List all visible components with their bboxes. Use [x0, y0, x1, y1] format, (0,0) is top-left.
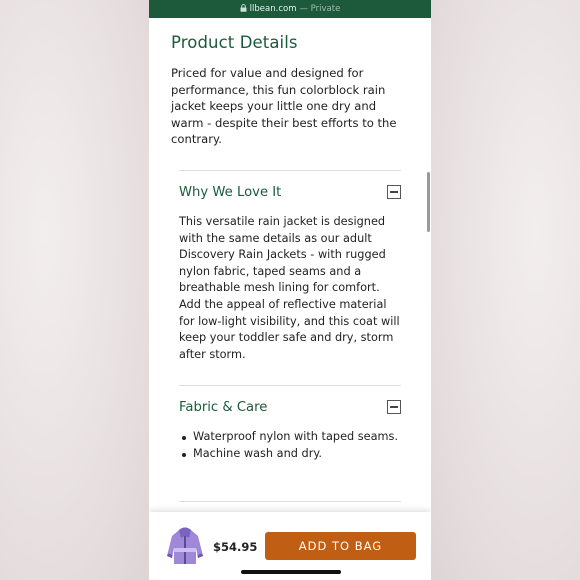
lock-icon — [240, 4, 247, 14]
section-divider — [179, 501, 401, 502]
product-intro-text: Priced for value and designed for perfor… — [171, 66, 397, 147]
section-divider — [179, 385, 401, 386]
background-blur-right — [431, 0, 580, 580]
section-title-fabric-care: Fabric & Care — [179, 399, 268, 415]
section-header-why-we-love-it[interactable]: Why We Love It — [179, 182, 401, 202]
home-indicator[interactable] — [241, 570, 341, 574]
list-item: Machine wash and dry. — [179, 446, 401, 463]
product-price: $54.95 — [213, 540, 258, 554]
phone-screen: llbean.com — Private Product Details Pri… — [149, 0, 431, 580]
add-to-bag-button[interactable]: ADD TO BAG — [265, 532, 416, 560]
page-title: Product Details — [171, 33, 298, 52]
section-divider — [179, 170, 401, 171]
browser-host: llbean.com — [249, 4, 297, 14]
list-item: Waterproof nylon with taped seams. — [179, 429, 401, 446]
background-blur-left — [0, 0, 149, 580]
browser-private-label: — Private — [299, 4, 341, 14]
product-details-content[interactable]: Product Details Priced for value and des… — [149, 18, 431, 512]
why-we-love-it-text: This versatile rain jacket is designed w… — [179, 215, 400, 361]
scrollbar[interactable] — [427, 172, 430, 232]
section-title-why-we-love-it: Why We Love It — [179, 184, 282, 200]
collapse-icon[interactable] — [387, 185, 401, 199]
product-thumbnail[interactable] — [165, 524, 205, 566]
section-header-fabric-care[interactable]: Fabric & Care — [179, 397, 401, 417]
fabric-care-list: Waterproof nylon with taped seams. Machi… — [179, 429, 401, 462]
browser-url-bar[interactable]: llbean.com — Private — [149, 0, 431, 18]
collapse-icon[interactable] — [387, 400, 401, 414]
